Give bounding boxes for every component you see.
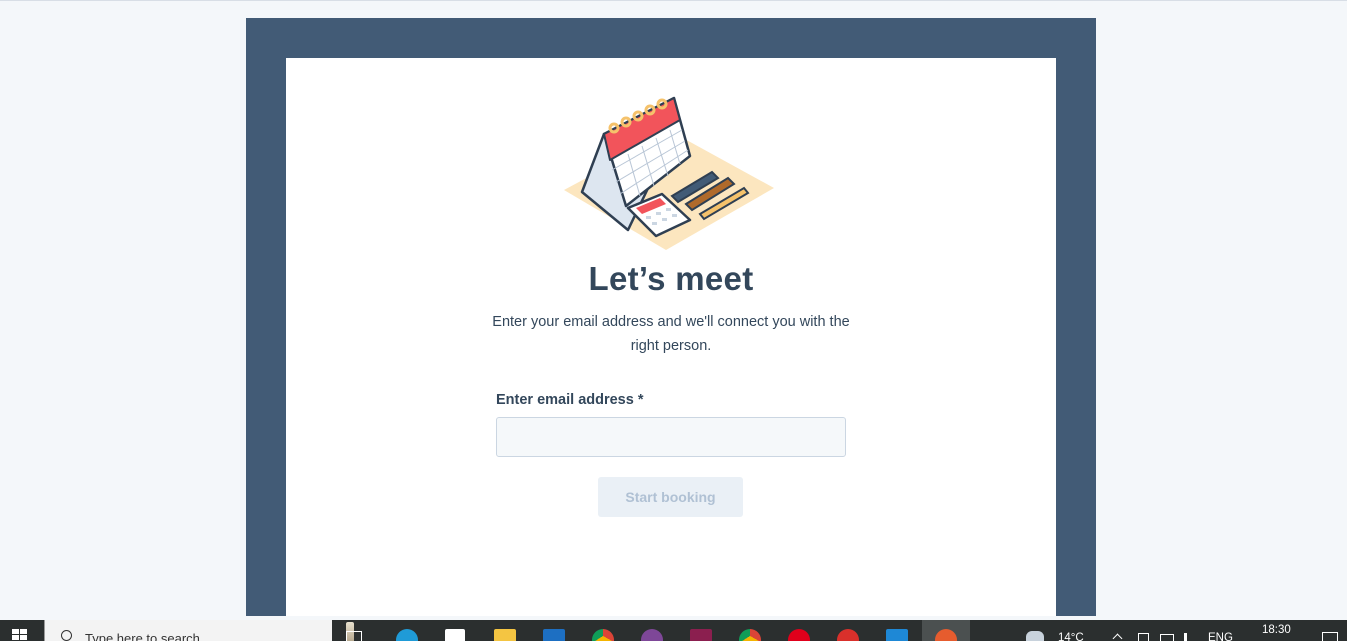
taskbar-clock[interactable]: 18:30 bbox=[1262, 624, 1291, 636]
taskbar-search-box[interactable]: Type here to search bbox=[44, 620, 354, 641]
taskbar-search-placeholder: Type here to search bbox=[85, 631, 200, 641]
search-icon bbox=[61, 630, 72, 641]
booking-card: Let’s meet Enter your email address and … bbox=[286, 58, 1056, 616]
chrome-icon[interactable] bbox=[592, 629, 614, 641]
weather-temperature[interactable]: 14°C bbox=[1058, 632, 1084, 641]
booking-frame: Let’s meet Enter your email address and … bbox=[246, 18, 1096, 616]
email-field[interactable] bbox=[496, 417, 846, 457]
tor-browser-icon[interactable] bbox=[641, 629, 663, 641]
windows-taskbar: Type here to search 14°C ENG 18:30 bbox=[0, 620, 1347, 641]
task-view-icon[interactable] bbox=[346, 631, 362, 641]
winrar-icon[interactable] bbox=[690, 629, 712, 641]
page-top-border bbox=[0, 0, 1347, 1]
app-red-icon[interactable] bbox=[837, 629, 859, 641]
chrome-icon[interactable] bbox=[739, 629, 761, 641]
notifications-icon[interactable] bbox=[1322, 632, 1338, 641]
edge-icon[interactable] bbox=[396, 629, 418, 641]
vscode-icon[interactable] bbox=[886, 629, 908, 641]
mail-icon[interactable] bbox=[543, 629, 565, 641]
input-language[interactable]: ENG bbox=[1208, 632, 1233, 641]
battery-icon[interactable] bbox=[1160, 634, 1174, 641]
page-title: Let’s meet bbox=[588, 260, 754, 297]
calendar-illustration bbox=[564, 96, 774, 250]
windows-start-icon[interactable] bbox=[12, 629, 28, 641]
network-icon[interactable] bbox=[1138, 633, 1149, 641]
start-booking-button[interactable]: Start booking bbox=[598, 477, 743, 517]
opera-icon[interactable] bbox=[788, 629, 810, 641]
email-label-text: Enter email address bbox=[496, 392, 634, 408]
store-icon[interactable] bbox=[445, 629, 465, 641]
file-explorer-icon[interactable] bbox=[494, 629, 516, 641]
email-field-label: Enter email address * bbox=[496, 392, 643, 408]
required-marker: * bbox=[637, 392, 644, 408]
page-subtitle: Enter your email address and we'll conne… bbox=[492, 314, 850, 354]
weather-icon bbox=[1026, 631, 1044, 641]
chevron-up-icon[interactable] bbox=[1112, 633, 1123, 641]
volume-icon[interactable] bbox=[1184, 633, 1197, 641]
